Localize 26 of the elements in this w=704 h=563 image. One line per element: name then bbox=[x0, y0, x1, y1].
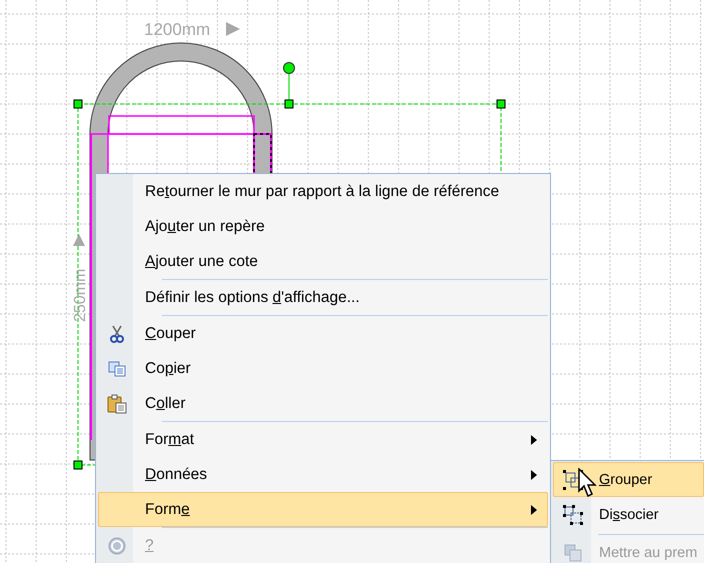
menu-item[interactable]: Définir les options d'affichage... bbox=[98, 280, 548, 315]
submenu-arrow-icon bbox=[531, 470, 537, 480]
menu-item[interactable]: Ajouter un repère bbox=[98, 209, 548, 244]
submenu-arrow-icon bbox=[531, 434, 537, 444]
menu-item[interactable]: Grouper bbox=[553, 462, 704, 497]
menu-item[interactable]: Retourner le mur par rapport à la ligne de référence bbox=[98, 174, 548, 209]
dimension-label: 250mm bbox=[72, 268, 89, 322]
triangle-right-icon bbox=[226, 22, 240, 36]
ungroup-icon bbox=[563, 504, 583, 524]
stacked-squares-icon bbox=[564, 544, 582, 562]
scissors-icon bbox=[110, 324, 124, 342]
copy-icon bbox=[108, 360, 126, 376]
menu-item[interactable]: Dissocier bbox=[553, 497, 704, 532]
menu-item[interactable]: Copier bbox=[98, 351, 548, 386]
menu-item[interactable]: Couper bbox=[98, 316, 548, 351]
menu-item[interactable]: Ajouter une cote bbox=[98, 244, 548, 279]
menu-item[interactable]: Forme bbox=[98, 492, 548, 527]
submenu-arrow-icon bbox=[531, 504, 537, 514]
clipboard-icon bbox=[106, 394, 126, 414]
help-icon bbox=[108, 536, 126, 554]
menu-item[interactable]: Données bbox=[98, 457, 548, 492]
dimension-label: 1200mm bbox=[144, 20, 210, 39]
menu-item[interactable]: Format bbox=[98, 422, 548, 457]
cursor-icon bbox=[578, 468, 598, 498]
triangle-up-icon bbox=[73, 234, 85, 246]
menu-item[interactable]: Coller bbox=[98, 386, 548, 421]
